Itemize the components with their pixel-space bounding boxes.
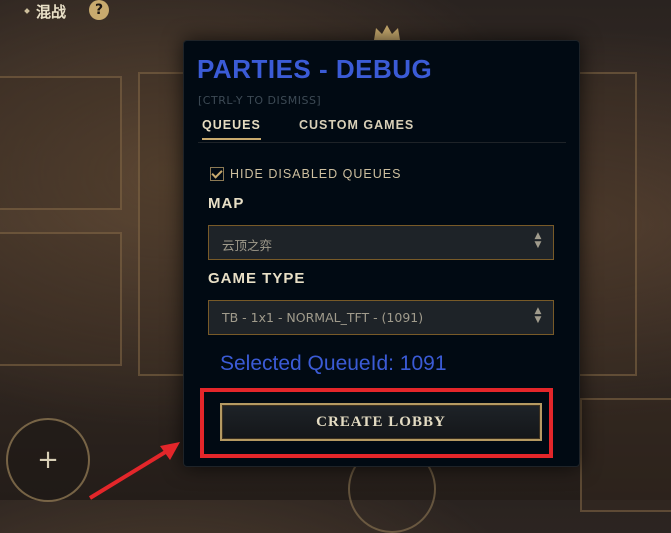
select-arrows-icon: ▲ ▼ — [534, 306, 542, 325]
game-type-label: GAME TYPE — [208, 270, 306, 287]
hide-disabled-queues-label: HIDE DISABLED QUEUES — [230, 167, 402, 181]
modal-dismiss-hint: [CTRL-Y TO DISMISS] — [198, 94, 322, 107]
tab-divider — [198, 142, 566, 143]
background-card — [0, 76, 122, 210]
background-card — [0, 232, 122, 366]
pointer-arrow-icon — [88, 442, 180, 500]
game-type-select[interactable]: TB - 1x1 - NORMAL_TFT - (1091) ▲ ▼ — [208, 300, 554, 335]
checkbox-icon[interactable] — [210, 167, 224, 181]
breadcrumb-separator — [24, 8, 30, 14]
background-card — [580, 398, 671, 512]
tab-custom-games[interactable]: CUSTOM GAMES — [299, 118, 414, 138]
create-lobby-button[interactable]: CREATE LOBBY — [220, 403, 542, 441]
background-card — [578, 72, 637, 376]
selected-queue-id: Selected QueueId: 1091 — [220, 352, 447, 375]
hide-disabled-queues-toggle[interactable]: HIDE DISABLED QUEUES — [210, 167, 401, 181]
modal-title: PARTIES - DEBUG — [197, 54, 433, 84]
add-member-button[interactable]: + — [6, 418, 90, 502]
help-icon[interactable]: ? — [89, 0, 109, 20]
select-arrows-icon: ▲ ▼ — [534, 231, 542, 250]
parties-debug-modal: PARTIES - DEBUG [CTRL-Y TO DISMISS] QUEU… — [183, 40, 580, 467]
game-type-select-value: TB - 1x1 - NORMAL_TFT - (1091) — [222, 310, 424, 325]
map-select-value: 云顶之弈 — [222, 238, 273, 253]
map-select[interactable]: 云顶之弈 ▲ ▼ — [208, 225, 554, 260]
tab-queues[interactable]: QUEUES — [202, 118, 261, 140]
top-bar: 混战 ? — [0, 0, 671, 24]
breadcrumb-current[interactable]: 混战 — [36, 1, 66, 22]
map-label: MAP — [208, 195, 245, 212]
